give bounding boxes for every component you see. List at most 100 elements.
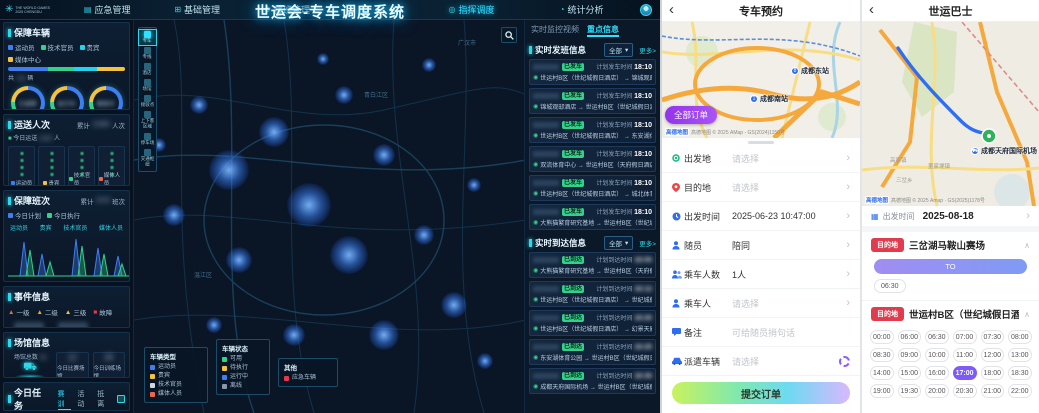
- submit-order-button[interactable]: 提交订单: [672, 382, 850, 404]
- arrivals-filter-dropdown[interactable]: 全部▾: [604, 236, 633, 250]
- map-marker-airport[interactable]: ⛟ 成都天府国际机场: [971, 146, 1037, 156]
- map-layer-item[interactable]: 交通枢纽: [139, 148, 156, 169]
- time-slot[interactable]: 10:00: [925, 348, 949, 362]
- time-value: 18:10: [634, 151, 652, 158]
- field-departure-time[interactable]: 出发时间 2025-06-23 10:47:00 ›: [662, 202, 860, 231]
- venue-card-race: 12 今日比赛场馆: [56, 352, 89, 378]
- station-row-2[interactable]: 目的地 世运村B区（世纪城假日酒店） ∧: [862, 301, 1039, 325]
- map-layer-item[interactable]: 专线: [139, 46, 156, 61]
- field-attendant[interactable]: 随员 陪同 ›: [662, 231, 860, 260]
- time-slot[interactable]: 06:00: [898, 330, 922, 344]
- arrival-card[interactable]: 已到达 计划到达时间 18:25 ◉ 东安湖体育公园 → 世运村B区（世纪城假日…: [529, 339, 656, 365]
- time-slot[interactable]: 22:00: [1008, 384, 1032, 398]
- vehicle-name-redacted: [533, 209, 559, 215]
- time-slot[interactable]: 20:00: [925, 384, 949, 398]
- nav-item[interactable]: ◎ 指挥调度: [449, 3, 495, 16]
- map-layer-item[interactable]: 上下客区域: [139, 110, 156, 131]
- time-slot[interactable]: 18:30: [1008, 366, 1032, 380]
- chevron-up-icon[interactable]: ∧: [1024, 241, 1030, 250]
- map-layer-item[interactable]: 酒店: [139, 62, 156, 77]
- chevron-up-icon[interactable]: ∧: [1024, 310, 1030, 319]
- arrivals-more-link[interactable]: 更多>: [639, 238, 656, 248]
- to-direction-pill[interactable]: TO: [874, 259, 1027, 274]
- tab-key-info[interactable]: 重点信息: [587, 24, 619, 37]
- nav-item[interactable]: ⊞ 基础管理: [174, 3, 220, 16]
- time-slot[interactable]: 07:00: [953, 330, 977, 344]
- back-icon[interactable]: ‹: [869, 1, 874, 18]
- tasks-widget-icon[interactable]: [117, 395, 125, 403]
- time-slot[interactable]: 14:00: [870, 366, 894, 380]
- tab-tasks-activity[interactable]: 活动: [77, 389, 91, 409]
- dispatch-map[interactable]: 广汉市 青白江区 温江区 专车 专线: [133, 20, 525, 413]
- time-slot[interactable]: 16:00: [925, 366, 949, 380]
- arrival-card[interactable]: 已到达 计划到达时间 18:12 ◉ 世运村B区（世纪城假日酒店） → 世纪城假…: [529, 281, 656, 307]
- messages-panel: 实时监控视频 重点信息 实时发班信息 全部▾ 更多>: [525, 20, 660, 413]
- search-icon: [505, 31, 514, 40]
- field-remark[interactable]: 备注 可给随员捎句话: [662, 318, 860, 347]
- time-slot[interactable]: 19:30: [898, 384, 922, 398]
- field-passenger-count[interactable]: 乘车人数 1人 ›: [662, 260, 860, 289]
- legend-item: 运动员: [150, 363, 202, 372]
- time-slot[interactable]: 09:00: [898, 348, 922, 362]
- back-icon[interactable]: ‹: [669, 1, 674, 18]
- field-passenger[interactable]: 乘车人 请选择 ›: [662, 289, 860, 318]
- refresh-vehicle-spinner-icon[interactable]: [839, 356, 850, 367]
- departure-card[interactable]: 已发车 计划发车时间 18:10 ◉ 双流体育中心 → 世运村B区（天府假日酒店…: [529, 146, 656, 172]
- departure-card[interactable]: 已发车 计划发车时间 18:10 ◉ 锦城观邸酒店 → 世运村B区（世纪城假日酒…: [529, 88, 656, 114]
- map-layer-item[interactable]: 场馆: [139, 78, 156, 93]
- departures-filter-dropdown[interactable]: 全部▾: [604, 43, 633, 57]
- bus-departure-date-row[interactable]: ▦ 出发时间 2025-08-18 ›: [862, 206, 1039, 232]
- nav-item[interactable]: ▤ 应急管理: [84, 3, 131, 16]
- time-slot[interactable]: 08:30: [870, 348, 894, 362]
- tab-live-video[interactable]: 实时监控视频: [531, 24, 579, 37]
- time-slot[interactable]: 00:00: [870, 330, 894, 344]
- time-slot[interactable]: 21:00: [981, 384, 1005, 398]
- panel-vehicles-title: 保障车辆: [14, 26, 50, 39]
- arrival-card[interactable]: 已到达 计划到达时间 18:20 ◉ 世运村B区（世纪城假日酒店） → 幻景天府…: [529, 310, 656, 336]
- user-avatar[interactable]: [640, 4, 652, 16]
- tab-tasks-arrival[interactable]: 抵离: [97, 389, 111, 409]
- map-search-button[interactable]: [501, 27, 517, 43]
- time-slot[interactable]: 11:00: [953, 348, 977, 362]
- map-layer-icon: [144, 63, 151, 70]
- route-text: 成都天府国际机场 → 世运村B区（世纪城假日酒店）: [540, 382, 652, 391]
- station2-time-slots: 00:00 06:00 06:30 07:00 07:30 08:00 08:3…: [862, 325, 1039, 403]
- station-row-1[interactable]: 目的地 三岔湖马鞍山赛场 ∧: [862, 232, 1039, 256]
- departure-card[interactable]: 已发车 计划发车时间 18:10 ◉ 世运村B区（世纪城假日酒店） → 锦城观邸…: [529, 59, 656, 85]
- time-slot[interactable]: 17:00: [953, 366, 977, 380]
- tab-tasks-competition[interactable]: 赛训: [58, 389, 72, 410]
- time-slot[interactable]: 06:30: [874, 279, 906, 293]
- time-slot[interactable]: 07:30: [981, 330, 1005, 344]
- departure-card[interactable]: 已发车 计划发车时间 18:10 ◉ 世运村B区（世纪城假日酒店） → 城北体育…: [529, 175, 656, 201]
- field-origin[interactable]: 出发地 请选择 ›: [662, 144, 860, 173]
- app2-map[interactable]: ⛟ 成都天府国际机场 高家镇 董家埂镇 三岔乡 高德地图高德地图 © 2025 …: [862, 22, 1039, 206]
- arrival-card[interactable]: 已到达 计划到达时间 18:30 ◉ 成都天府国际机场 → 世运村B区（世纪城假…: [529, 368, 656, 394]
- time-slot[interactable]: 20:30: [953, 384, 977, 398]
- time-slot[interactable]: 08:00: [1008, 330, 1032, 344]
- destination-badge: 目的地: [871, 307, 904, 321]
- shift-category: 贵宾: [40, 223, 52, 232]
- departure-card[interactable]: 已发车 计划发车时间 18:10 ◉ 大熊猫繁育研究基地 → 世运村B区（世纪城…: [529, 204, 656, 230]
- nav-item-label: 统计分析: [567, 3, 603, 16]
- time-slot[interactable]: 15:00: [898, 366, 922, 380]
- time-value: 18:10: [634, 209, 652, 216]
- location-pin-icon: ◉: [533, 296, 538, 303]
- map-layer-item[interactable]: 停车场: [139, 132, 156, 147]
- time-slot[interactable]: 19:00: [870, 384, 894, 398]
- time-slot[interactable]: 18:00: [981, 366, 1005, 380]
- map-layer-item[interactable]: 接驳点: [139, 94, 156, 109]
- field-assigned-vehicle[interactable]: 派遣车辆 请选择: [662, 347, 860, 376]
- departures-more-link[interactable]: 更多>: [639, 45, 656, 55]
- map-marker-station-south[interactable]: 1 成都南站: [750, 94, 788, 104]
- all-orders-button[interactable]: 全部订单: [665, 106, 717, 124]
- map-marker-station-east[interactable]: 8 成都东站: [791, 66, 829, 76]
- field-destination[interactable]: 目的地 请选择 ›: [662, 173, 860, 202]
- nav-item[interactable]: ◔ 统计分析: [560, 3, 604, 16]
- app1-map[interactable]: 8 成都东站 1 成都南站 全部订单 高德地图高德地图 © 2025 AMap …: [662, 22, 860, 138]
- time-slot[interactable]: 13:00: [1008, 348, 1032, 362]
- time-slot[interactable]: 06:30: [925, 330, 949, 344]
- departure-card[interactable]: 已发车 计划发车时间 18:10 ◉ 世运村B区（世纪城假日酒店） → 东安湖体…: [529, 117, 656, 143]
- map-layer-item[interactable]: 专车: [139, 30, 156, 45]
- time-slot[interactable]: 12:00: [981, 348, 1005, 362]
- arrival-card[interactable]: 已到达 计划到达时间 18:05 ◉ 大熊猫繁育研究基地 → 世运村B区（天府假…: [529, 252, 656, 278]
